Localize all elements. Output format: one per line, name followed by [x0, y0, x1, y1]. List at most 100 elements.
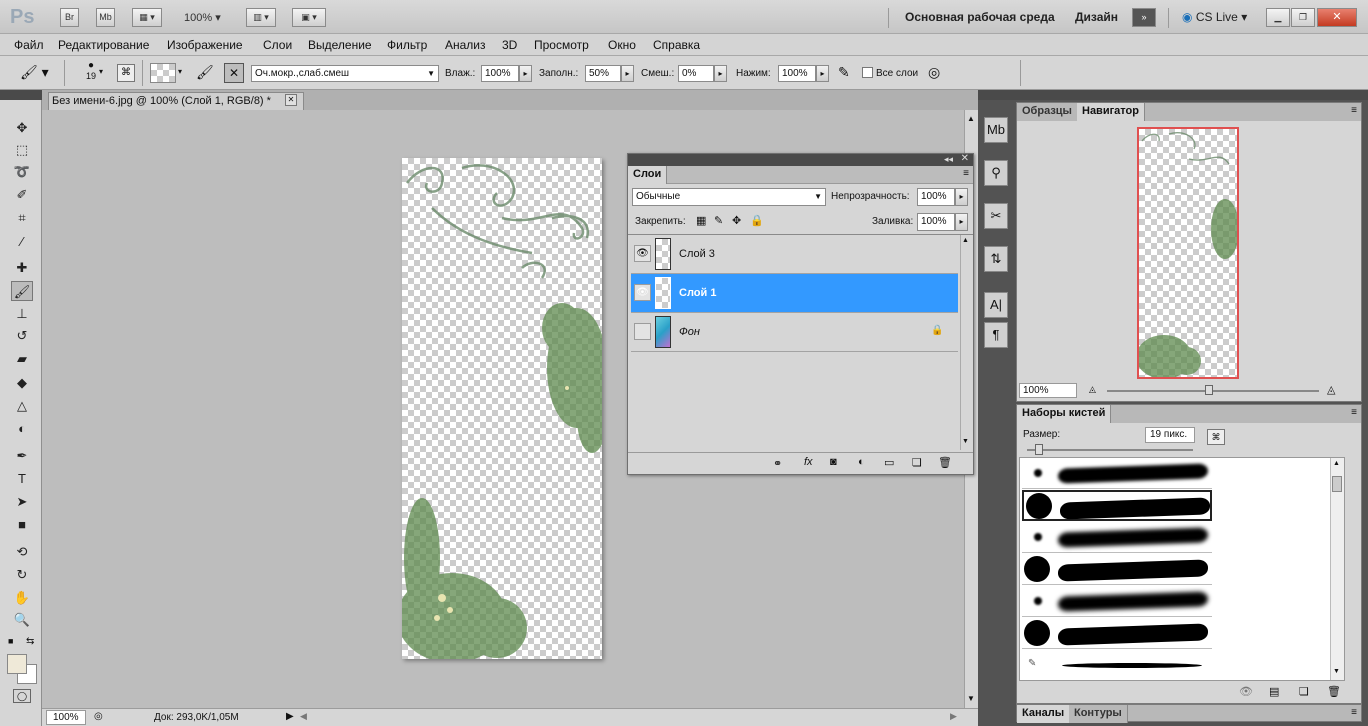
- scroll-left-icon[interactable]: ◀: [300, 711, 307, 722]
- panel-menu-icon[interactable]: ≡: [1351, 105, 1357, 116]
- menu-help[interactable]: Справка: [653, 38, 700, 52]
- new-group-icon[interactable]: ▭: [884, 456, 894, 469]
- view-extras-button[interactable]: ▦ ▾: [132, 8, 162, 27]
- tab-navigator[interactable]: Навигатор: [1077, 103, 1145, 121]
- menu-edit[interactable]: Редактирование: [58, 38, 149, 52]
- marquee-tool-icon[interactable]: ⬚: [11, 140, 33, 160]
- tab-paths[interactable]: Контуры: [1069, 705, 1128, 723]
- zoom-level-dropdown[interactable]: 100% ▾: [184, 11, 221, 24]
- scroll-thumb[interactable]: [1332, 476, 1342, 492]
- path-selection-tool-icon[interactable]: ➤: [11, 492, 33, 512]
- opacity-slider-toggle[interactable]: ▸: [955, 188, 968, 206]
- restore-button[interactable]: ❐: [1291, 8, 1315, 27]
- history-icon[interactable]: ⇅: [984, 246, 1008, 272]
- move-tool-icon[interactable]: ✥: [11, 118, 33, 138]
- mixer-brush-preset-picker[interactable]: 🖌 ▾: [20, 64, 49, 81]
- tab-brush-presets[interactable]: Наборы кистей: [1017, 405, 1112, 423]
- toggle-brush-panel-icon[interactable]: ⌘: [1207, 429, 1225, 445]
- minibridge-icon[interactable]: Mb: [984, 117, 1008, 143]
- scroll-right-icon[interactable]: ▶: [950, 711, 957, 722]
- brush-list-scrollbar[interactable]: ▲ ▼: [1330, 458, 1344, 680]
- close-window-button[interactable]: ✕: [1317, 8, 1357, 27]
- more-workspaces-button[interactable]: »: [1132, 8, 1156, 27]
- toggle-visibility-icon[interactable]: 👁: [1239, 685, 1253, 698]
- blend-preset-dropdown[interactable]: Оч.мокр.,слаб.смеш ▼: [251, 65, 439, 82]
- 3d-orbit-tool-icon[interactable]: ↻: [11, 565, 33, 585]
- crop-tool-icon[interactable]: ⌗: [11, 208, 33, 228]
- chevron-down-icon[interactable]: ▾: [99, 67, 103, 76]
- panel-menu-icon[interactable]: ≡: [963, 168, 969, 179]
- zoom-out-icon[interactable]: ◬: [1089, 384, 1096, 395]
- layer-row-selected[interactable]: 👁 Слой 1: [631, 274, 958, 313]
- pressure-size-icon[interactable]: ◎: [928, 64, 940, 81]
- menu-3d[interactable]: 3D: [502, 38, 517, 52]
- lock-transparency-icon[interactable]: ▦: [696, 214, 706, 227]
- clone-source-icon[interactable]: ⚲: [984, 160, 1008, 186]
- brush-size-slider[interactable]: [1027, 449, 1193, 451]
- zoom-in-icon[interactable]: ◬: [1327, 383, 1335, 396]
- mix-input[interactable]: 0%: [678, 65, 714, 82]
- brush-preset-item[interactable]: [1022, 522, 1212, 553]
- tools-presets-icon[interactable]: ✂: [984, 203, 1008, 229]
- navigator-preview[interactable]: [1137, 127, 1239, 379]
- workspace-design[interactable]: Дизайн: [1075, 10, 1118, 24]
- tab-swatches[interactable]: Образцы: [1017, 103, 1078, 121]
- panel-menu-icon[interactable]: ≡: [1351, 707, 1357, 718]
- new-layer-icon[interactable]: ❏: [912, 456, 922, 469]
- visibility-eye-empty[interactable]: [634, 323, 651, 340]
- airbrush-icon[interactable]: ✎: [838, 64, 850, 81]
- delete-layer-icon[interactable]: 🗑: [938, 456, 952, 469]
- blend-mode-dropdown[interactable]: Обычные ▼: [632, 188, 826, 206]
- sample-all-layers-checkbox[interactable]: [862, 67, 873, 78]
- brush-preset-item[interactable]: [1022, 586, 1212, 617]
- close-panel-icon[interactable]: ✕: [961, 153, 969, 164]
- mixer-brush-tool-icon[interactable]: 🖌: [11, 281, 33, 301]
- brush-presets-list[interactable]: ✎ ▲ ▼: [1019, 457, 1345, 681]
- scroll-up-icon[interactable]: ▲: [967, 114, 975, 123]
- character-icon[interactable]: A|: [984, 292, 1008, 318]
- layer-name[interactable]: Фон: [679, 326, 700, 338]
- arrange-documents-button[interactable]: ▥ ▾: [246, 8, 276, 27]
- scroll-up-icon[interactable]: ▲: [962, 237, 969, 244]
- menu-layer[interactable]: Слои: [263, 38, 292, 52]
- layer-row[interactable]: 👁 Слой 3: [631, 235, 958, 274]
- menu-select[interactable]: Выделение: [308, 38, 372, 52]
- add-mask-icon[interactable]: ◙: [830, 456, 837, 468]
- blur-tool-icon[interactable]: △: [11, 396, 33, 416]
- menu-filter[interactable]: Фильтр: [387, 38, 427, 52]
- menu-analysis[interactable]: Анализ: [445, 38, 486, 52]
- brush-size-input[interactable]: 19 пикс.: [1145, 427, 1195, 443]
- scroll-down-icon[interactable]: ▼: [967, 694, 975, 703]
- lock-all-icon[interactable]: 🔒: [750, 214, 764, 227]
- brush-size-slider-thumb[interactable]: [1035, 444, 1043, 455]
- cslive-menu[interactable]: ◉ CS Live ▾: [1182, 10, 1247, 24]
- wet-slider-toggle[interactable]: ▸: [519, 65, 532, 82]
- bridge-button[interactable]: Br: [60, 8, 79, 27]
- panel-menu-icon[interactable]: ≡: [1351, 407, 1357, 418]
- rectangle-tool-icon[interactable]: ■: [11, 515, 33, 535]
- menu-window[interactable]: Окно: [608, 38, 636, 52]
- current-brush-load-swatch[interactable]: [150, 63, 176, 83]
- load-input[interactable]: 50%: [585, 65, 621, 82]
- healing-brush-tool-icon[interactable]: ✚: [11, 258, 33, 278]
- opacity-input[interactable]: 100%: [917, 188, 955, 206]
- layer-name[interactable]: Слой 1: [679, 287, 716, 299]
- link-layers-icon[interactable]: ⚭: [773, 457, 782, 470]
- navigator-zoom-thumb[interactable]: [1205, 385, 1213, 395]
- navigator-zoom-slider[interactable]: [1107, 390, 1319, 392]
- brush-preset-item[interactable]: ✎: [1022, 650, 1212, 680]
- paragraph-icon[interactable]: ¶: [984, 322, 1008, 348]
- brush-panel-toggle[interactable]: ⌘: [117, 64, 135, 82]
- brush-preset-item[interactable]: [1022, 618, 1212, 649]
- layer-name[interactable]: Слой 3: [679, 248, 715, 260]
- layer-row[interactable]: Фон 🔒: [631, 313, 958, 352]
- lasso-tool-icon[interactable]: ➰: [11, 162, 33, 182]
- load-brush-icon[interactable]: 🖌: [196, 64, 214, 81]
- type-tool-icon[interactable]: T: [11, 469, 33, 489]
- pen-tool-icon[interactable]: ✒: [11, 446, 33, 466]
- zoom-tool-icon[interactable]: 🔍: [11, 610, 33, 630]
- mix-slider-toggle[interactable]: ▸: [714, 65, 727, 82]
- visibility-eye-icon[interactable]: 👁: [634, 284, 651, 301]
- minimize-button[interactable]: ▁: [1266, 8, 1290, 27]
- adjustment-layer-icon[interactable]: ◐: [858, 456, 865, 468]
